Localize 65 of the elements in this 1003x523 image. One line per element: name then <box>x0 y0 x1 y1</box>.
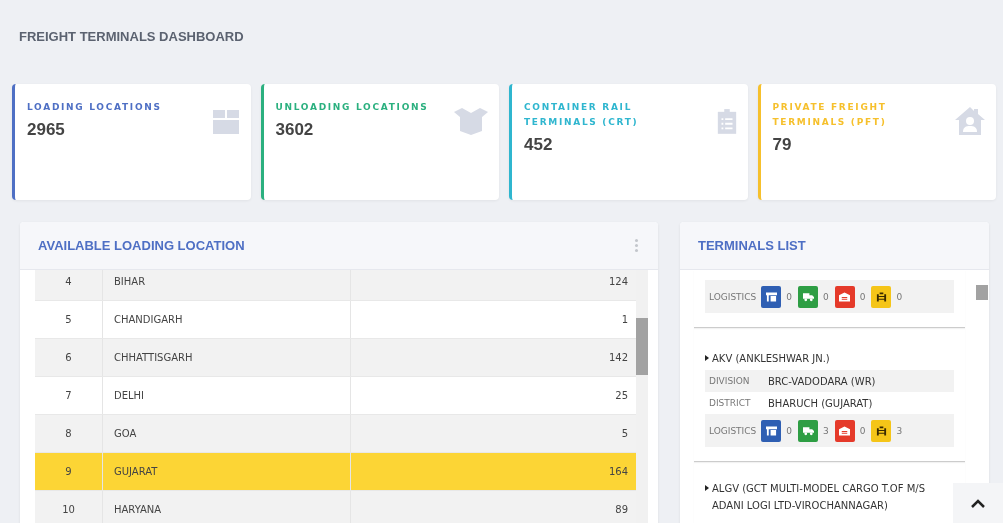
table-row[interactable]: 9 GUJARAT 164 <box>35 453 636 491</box>
table-row[interactable]: 6 CHHATTISGARH 142 <box>35 339 636 377</box>
table-cell-text: 124 <box>607 275 629 289</box>
badge-count: 0 <box>786 425 792 436</box>
table-cell: 4 <box>35 270 103 300</box>
card-label: PRIVATE FREIGHT TERMINALS (PFT) <box>772 101 888 129</box>
table-cell-text: 164 <box>607 465 629 479</box>
scroll-top-button[interactable] <box>953 483 1003 523</box>
table-cell: CHANDIGARH <box>103 301 351 338</box>
panel-title: AVAILABLE LOADING LOCATION <box>38 238 245 253</box>
field-label: DIVISION <box>709 376 751 386</box>
field-label: LOGISTICS <box>709 291 757 302</box>
card-label: LOADING LOCATIONS <box>27 101 162 114</box>
table-row[interactable]: 10 HARYANA 89 <box>35 491 636 523</box>
table-cell: 9 <box>35 453 103 490</box>
badge-count: 3 <box>896 425 903 436</box>
terminal-name[interactable]: ALGV (GCT MULTI-MODEL CARGO T.OF M/S ADANI LOGI LTD-VIROCHANNAGAR) <box>712 480 954 514</box>
table-cell-text: 89 <box>614 503 629 517</box>
badge-count: 0 <box>823 291 829 302</box>
table-row[interactable]: 4 BIHAR 124 <box>35 270 636 301</box>
house-icon <box>954 106 986 136</box>
table-cell: 8 <box>35 415 103 452</box>
table-row[interactable]: 7 DELHI 25 <box>35 377 636 415</box>
badge-count: 0 <box>896 291 903 302</box>
card-label: UNLOADING LOCATIONS <box>275 101 429 114</box>
table-cell: GOA <box>103 415 351 452</box>
card-value: 79 <box>772 135 793 155</box>
table-cell-text: 25 <box>614 389 629 403</box>
table-cell-text: 142 <box>607 351 629 365</box>
table-cell: CHHATTISGARH <box>103 339 351 376</box>
table-cell-text: 1 <box>620 313 629 327</box>
card-label: CONTAINER RAIL TERMINALS (CRT) <box>524 101 640 129</box>
field-value: BRC-VADODARA (WR) <box>768 375 876 387</box>
scrollbar-thumb[interactable] <box>636 318 648 375</box>
table-cell: 6 <box>35 339 103 376</box>
caret-icon[interactable] <box>705 355 709 361</box>
field-label: LOGISTICS <box>709 425 757 436</box>
badge-count: 0 <box>859 291 866 302</box>
field-value: BHARUCH (GUJARAT) <box>768 397 873 409</box>
open-box-icon <box>453 106 489 136</box>
table-row[interactable]: 5 CHANDIGARH 1 <box>35 301 636 339</box>
terminal-name[interactable]: AKV (ANKLESHWAR JN.) <box>712 350 830 367</box>
panel-title: TERMINALS LIST <box>698 238 806 253</box>
table-cell: 7 <box>35 377 103 414</box>
table-cell: HARYANA <box>103 491 351 523</box>
more-menu-icon[interactable] <box>635 239 638 252</box>
table-cell: DELHI <box>103 377 351 414</box>
chevron-up-icon <box>971 498 985 508</box>
table-cell-text: 5 <box>620 427 629 441</box>
badge-count: 0 <box>786 291 792 302</box>
card-value: 3602 <box>275 120 315 140</box>
badge-count: 3 <box>823 425 829 436</box>
scrollbar-thumb[interactable] <box>976 285 988 300</box>
card-value: 452 <box>524 135 554 155</box>
clipboard-icon <box>715 106 738 136</box>
field-label: DISTRICT <box>709 398 752 408</box>
table-cell: 5 <box>35 301 103 338</box>
table-cell: BIHAR <box>103 270 351 300</box>
table-row[interactable]: 8 GOA 5 <box>35 415 636 453</box>
table-cell: 10 <box>35 491 103 523</box>
card-value: 2965 <box>27 120 66 140</box>
table-cell: GUJARAT <box>103 453 351 490</box>
caret-icon[interactable] <box>705 485 709 491</box>
badge-count: 0 <box>859 425 866 436</box>
page-title: FREIGHT TERMINALS DASHBOARD <box>18 28 245 46</box>
